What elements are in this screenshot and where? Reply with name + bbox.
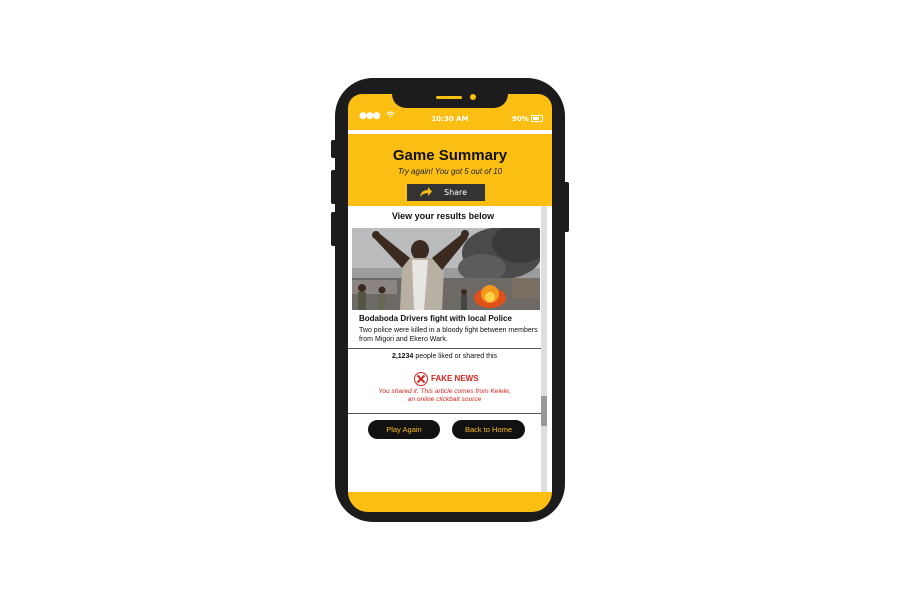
article-photo: [352, 228, 540, 310]
likes-text: people liked or shared this: [413, 353, 498, 360]
divider: [348, 413, 541, 414]
battery-percent: 90%: [512, 115, 529, 123]
likes-summary: 2,1234 people liked or shared this: [348, 353, 541, 360]
scrollbar-thumb[interactable]: [541, 396, 547, 426]
verdict-message-line-2: an online clickbait source: [407, 396, 482, 403]
x-circle-icon: [414, 372, 428, 386]
divider: [348, 348, 541, 349]
results-panel[interactable]: View your results below Bodaboda Drivers…: [348, 206, 552, 492]
verdict-label: FAKE NEWS: [431, 374, 479, 383]
share-label: Share: [444, 188, 468, 197]
game-summary-header: Game Summary Try again! You got 5 out of…: [348, 134, 552, 206]
share-button[interactable]: Share: [407, 184, 485, 201]
results-heading: View your results below: [391, 211, 495, 221]
article-description: Two police were killed in a bloody fight…: [359, 327, 538, 343]
score-subtitle: Try again! You got 5 out of 10: [397, 167, 503, 176]
article-title: Bodaboda Drivers fight with local Police: [359, 314, 512, 323]
verdict-message-line-1: You shared it. This article comes from K…: [378, 388, 511, 395]
front-camera: [470, 94, 476, 100]
share-arrow-icon: [419, 186, 433, 200]
play-again-button[interactable]: Play Again: [368, 420, 440, 439]
phone-screen: ●●● 10:30 AM 90% Game Summary Try again!…: [348, 94, 552, 512]
battery-icon: [531, 115, 543, 122]
verdict-message: You shared it. This article comes from K…: [348, 388, 541, 404]
scrollbar[interactable]: [541, 206, 547, 492]
page-title: Game Summary: [392, 147, 508, 164]
likes-count: 2,1234: [391, 353, 414, 360]
speaker-grille: [436, 96, 462, 99]
back-to-home-button[interactable]: Back to Home: [452, 420, 525, 439]
